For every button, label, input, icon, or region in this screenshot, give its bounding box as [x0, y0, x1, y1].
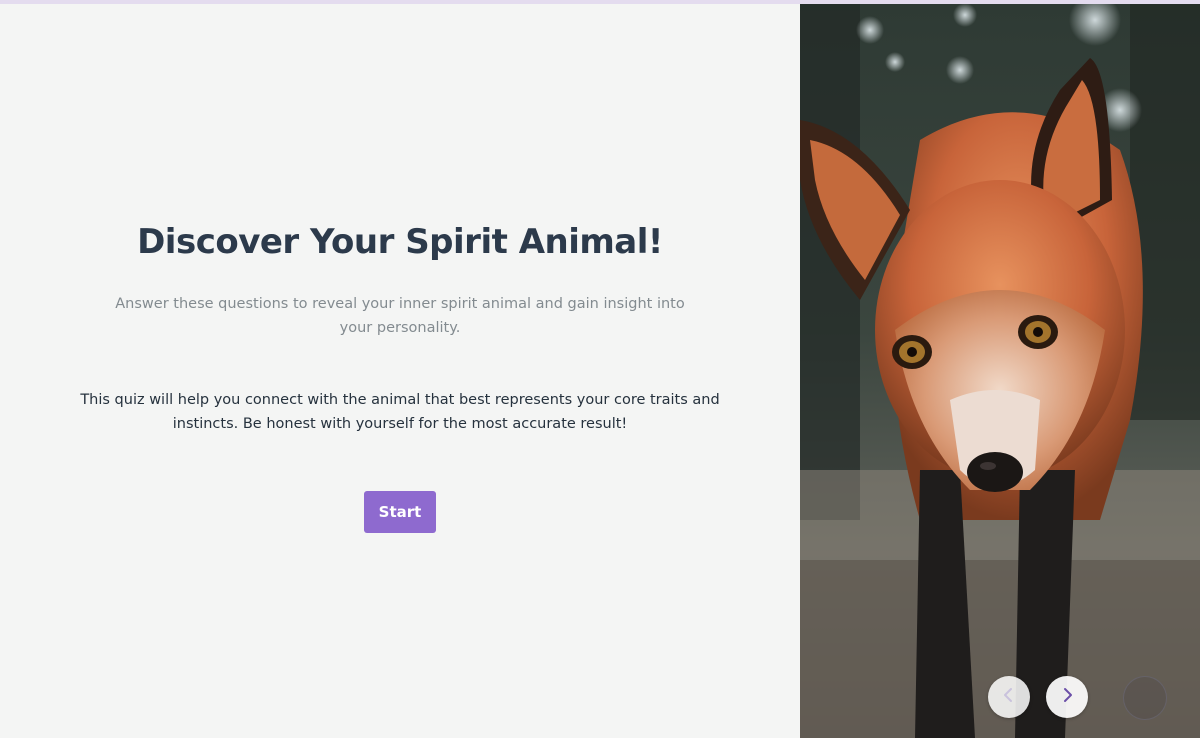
page-title: Discover Your Spirit Animal!	[137, 222, 663, 262]
next-button[interactable]	[1046, 676, 1088, 718]
chevron-left-icon	[1002, 687, 1016, 707]
progress-bar	[0, 0, 1200, 4]
subtitle: Answer these questions to reveal your in…	[115, 296, 685, 336]
chevron-right-icon	[1060, 687, 1074, 707]
fox-illustration	[800, 0, 1200, 738]
faded-corner-button[interactable]	[1123, 676, 1167, 720]
fox-photo	[800, 0, 1200, 738]
quiz-intro-panel: Discover Your Spirit Animal! Answer thes…	[0, 0, 800, 738]
intro-description: This quiz will help you connect with the…	[80, 392, 720, 432]
start-button[interactable]: Start	[364, 491, 436, 533]
previous-button[interactable]	[988, 676, 1030, 718]
